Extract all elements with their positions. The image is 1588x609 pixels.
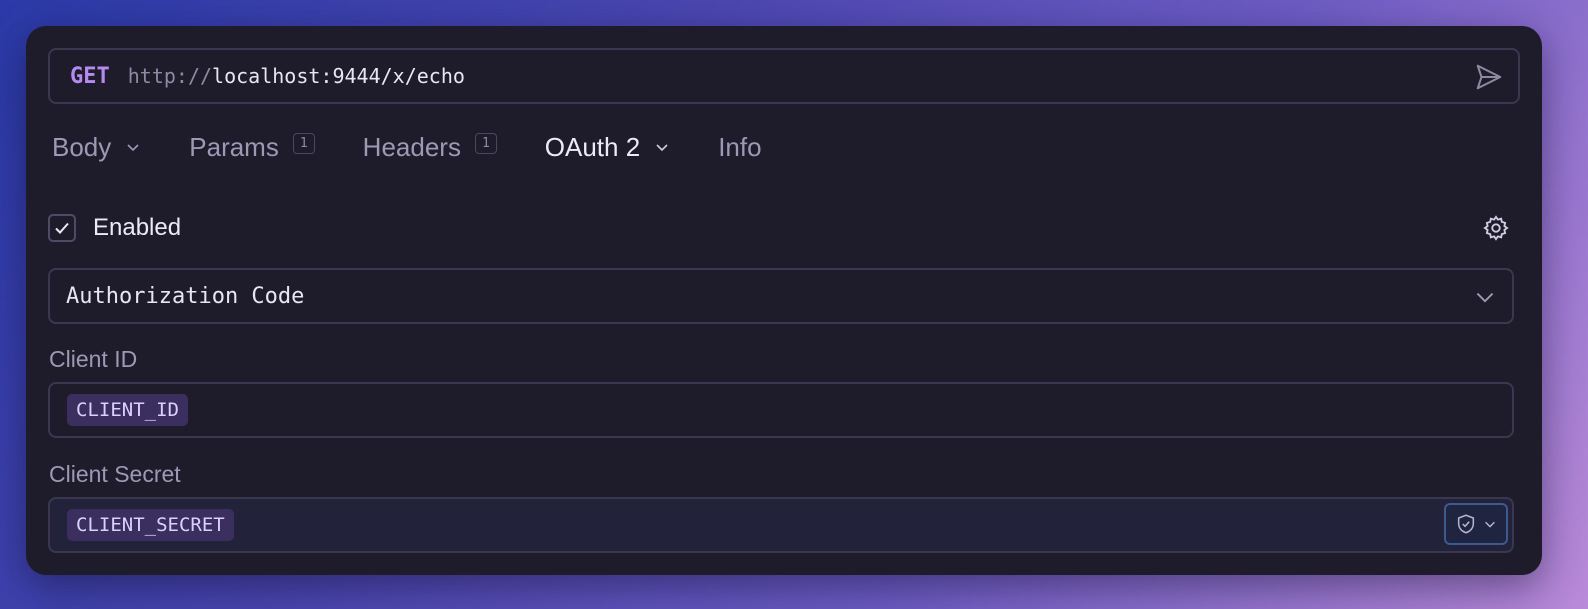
headers-count-badge: 1 — [474, 132, 497, 154]
tab-label: Info — [718, 131, 762, 162]
method-label[interactable]: GET — [70, 64, 110, 89]
request-tabs: Body Params 1 Headers 1 OAuth 2 Info — [52, 126, 810, 168]
params-count-badge: 1 — [292, 132, 315, 154]
chevron-down-icon — [1485, 521, 1495, 528]
tab-label: Params — [189, 131, 279, 162]
tab-headers[interactable]: Headers 1 — [363, 132, 497, 163]
tab-body[interactable]: Body — [52, 132, 141, 163]
shield-check-icon — [1457, 514, 1475, 534]
request-panel: GET http:// localhost:9444/x/echo Body P… — [26, 26, 1542, 575]
enabled-label: Enabled — [93, 214, 182, 241]
tab-label: Body — [52, 131, 112, 162]
client-id-variable-chip[interactable]: CLIENT_ID — [67, 394, 188, 426]
grant-type-select[interactable]: Authorization Code — [48, 268, 1514, 324]
enabled-checkbox[interactable] — [48, 214, 76, 242]
secret-storage-button[interactable] — [1444, 503, 1508, 545]
tab-label: OAuth 2 — [544, 131, 641, 162]
chevron-down-icon — [127, 144, 139, 152]
url-scheme: http:// — [127, 64, 213, 88]
url-bar[interactable]: GET http:// localhost:9444/x/echo — [48, 48, 1520, 104]
gear-icon[interactable] — [1482, 214, 1510, 242]
grant-type-value: Authorization Code — [66, 283, 305, 309]
url-path: localhost:9444/x/echo — [212, 64, 465, 88]
tab-info[interactable]: Info — [718, 132, 761, 163]
client-secret-variable-chip[interactable]: CLIENT_SECRET — [67, 509, 234, 541]
enabled-row: Enabled — [48, 214, 181, 242]
client-secret-label: Client Secret — [49, 461, 181, 487]
tab-label: Headers — [362, 131, 461, 162]
chevron-down-icon — [656, 144, 668, 152]
client-id-label: Client ID — [49, 346, 138, 372]
send-icon[interactable] — [1474, 62, 1504, 92]
tab-params[interactable]: Params 1 — [189, 131, 315, 163]
client-id-field[interactable]: CLIENT_ID — [48, 382, 1514, 438]
check-icon — [55, 222, 69, 234]
client-secret-field[interactable]: CLIENT_SECRET — [48, 497, 1514, 553]
chevron-down-icon — [1476, 292, 1494, 303]
tab-oauth2[interactable]: OAuth 2 — [545, 132, 670, 163]
